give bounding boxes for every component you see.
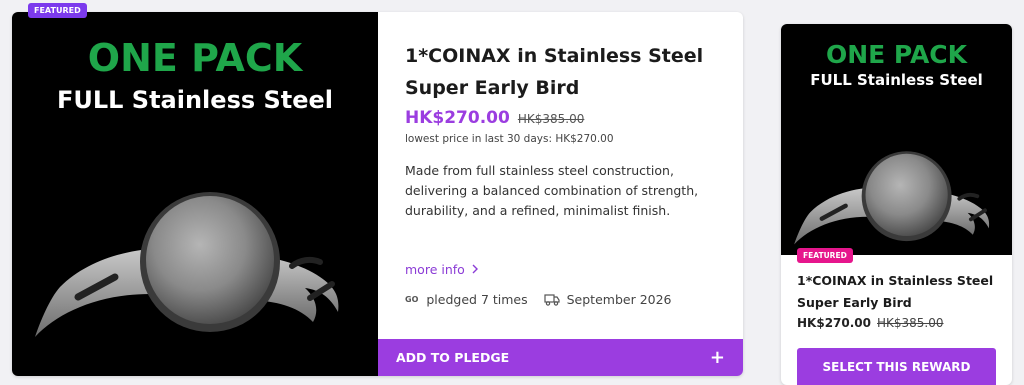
more-info-link[interactable]: more info xyxy=(405,262,479,277)
chevron-right-icon xyxy=(471,262,479,277)
price-original: HK$385.00 xyxy=(517,112,585,126)
reward-details: 1*COINAX in Stainless Steel Super Early … xyxy=(378,12,743,376)
backers-icon: GO xyxy=(405,295,419,304)
add-to-pledge-button[interactable]: ADD TO PLEDGE + xyxy=(378,339,743,376)
product-image-side: ONE PACK FULL Stainless Steel xyxy=(781,24,1012,255)
reward-card-main: ONE PACK FULL Stainless Steel 1*COINAX i… xyxy=(12,12,743,376)
reward-meta: GO pledged 7 times September 2026 xyxy=(405,292,672,307)
truck-icon xyxy=(544,293,560,306)
coin-illustration xyxy=(30,72,360,372)
price-original-side: HK$385.00 xyxy=(877,316,944,330)
price-row: HK$270.00 HK$385.00 xyxy=(405,108,584,128)
plus-icon: + xyxy=(709,347,725,368)
product-image: ONE PACK FULL Stainless Steel xyxy=(12,12,378,376)
coin-illustration-side xyxy=(791,74,1003,255)
price-current: HK$270.00 xyxy=(405,108,510,128)
price-current-side: HK$270.00 xyxy=(797,316,871,330)
lowest-price-note: lowest price in last 30 days: HK$270.00 xyxy=(405,133,614,145)
reward-description: Made from full stainless steel construct… xyxy=(405,163,699,218)
reward-title: 1*COINAX in Stainless Steel Super Early … xyxy=(405,45,704,99)
reward-title-side: 1*COINAX in Stainless Steel Super Early … xyxy=(797,273,994,310)
pledge-count: pledged 7 times xyxy=(426,292,528,307)
image-heading-side: ONE PACK xyxy=(825,40,968,69)
delivery-date: September 2026 xyxy=(566,292,672,307)
price-row-side: HK$270.00 HK$385.00 xyxy=(797,316,944,330)
reward-card-side: ONE PACK FULL Stainless Steel FEATURED 1… xyxy=(781,24,1012,385)
add-to-pledge-label: ADD TO PLEDGE xyxy=(396,350,510,365)
select-reward-button[interactable]: SELECT THIS REWARD xyxy=(797,348,996,385)
featured-badge-side: FEATURED xyxy=(797,248,853,263)
more-info-label: more info xyxy=(405,262,465,277)
featured-badge: FEATURED xyxy=(28,3,87,18)
